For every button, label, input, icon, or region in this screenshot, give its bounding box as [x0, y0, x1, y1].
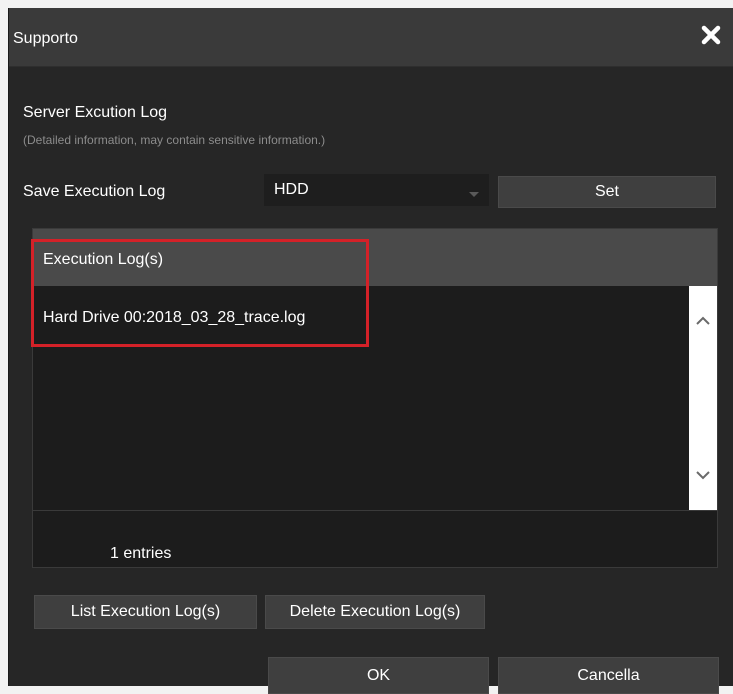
close-x-icon — [701, 25, 721, 45]
delete-execution-logs-button[interactable]: Delete Execution Log(s) — [265, 595, 485, 629]
list-item[interactable]: Hard Drive 00:2018_03_28_trace.log — [43, 309, 305, 327]
set-button[interactable]: Set — [498, 176, 716, 208]
list-execution-logs-button[interactable]: List Execution Log(s) — [34, 595, 257, 629]
save-log-label: Save Execution Log — [23, 183, 166, 200]
server-log-subtitle: (Detailed information, may contain sensi… — [23, 133, 326, 147]
close-button[interactable] — [698, 22, 724, 48]
dialog-title: Supporto — [13, 30, 78, 47]
execution-log-panel: Execution Log(s) Hard Drive 00:2018_03_2… — [32, 228, 718, 568]
log-list-divider — [33, 510, 717, 511]
log-list-header-label: Execution Log(s) — [43, 251, 164, 268]
chevron-down-icon — [469, 192, 479, 197]
log-list-scrollbar[interactable] — [689, 286, 717, 510]
entries-count: 1 entries — [110, 545, 172, 562]
chevron-down-icon[interactable] — [695, 470, 711, 480]
save-log-select[interactable]: HDD — [264, 174, 489, 206]
chevron-up-icon[interactable] — [695, 316, 711, 326]
server-log-title: Server Excution Log — [23, 104, 168, 121]
ok-button[interactable]: OK — [268, 657, 489, 694]
cancel-button[interactable]: Cancella — [498, 657, 719, 694]
support-dialog: Supporto Server Excution Log (Detailed i… — [8, 8, 733, 694]
dialog-titlebar: Supporto — [9, 8, 733, 67]
save-log-select-value: HDD — [274, 181, 309, 198]
log-list-header: Execution Log(s) — [33, 229, 717, 286]
